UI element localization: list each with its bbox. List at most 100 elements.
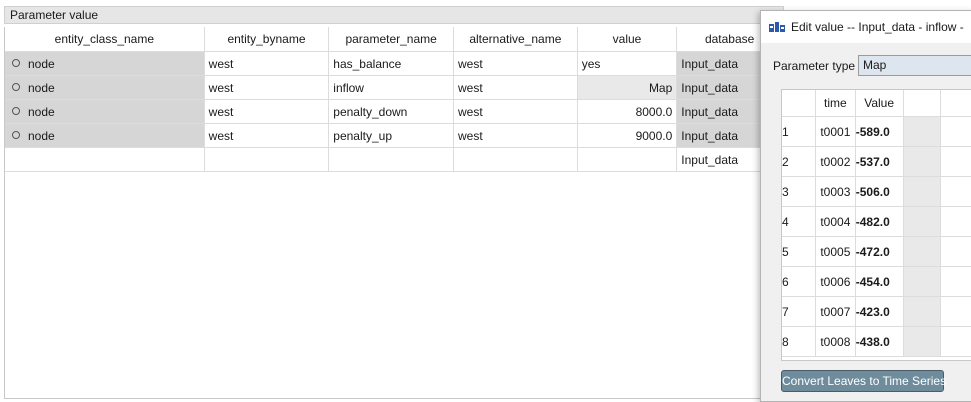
table-row[interactable]: node west penalty_down west 8000.0 Input… [5,99,783,124]
col-header-entity-byname[interactable]: entity_byname [204,27,330,52]
entity-class-icon [12,58,20,67]
map-row[interactable]: 8 t0008 -438.0 [782,326,971,357]
map-cell-value[interactable]: -482.0 [855,206,904,237]
map-cell-empty[interactable] [940,326,971,357]
map-col-header-value[interactable]: Value [855,90,904,117]
cell-alternative-name[interactable]: west [453,99,578,124]
map-cell-time[interactable]: t0006 [815,266,856,297]
col-header-parameter-name[interactable]: parameter_name [328,27,454,52]
map-cell-empty[interactable] [903,236,941,267]
table-row[interactable]: node west penalty_up west 9000.0 Input_d… [5,123,783,148]
row-index[interactable]: 6 [782,266,816,297]
cell-entity-byname[interactable] [204,147,330,172]
row-index[interactable]: 1 [782,116,816,147]
cell-alternative-name[interactable]: west [453,51,578,76]
parameter-value-table[interactable]: entity_class_name entity_byname paramete… [4,27,784,399]
map-cell-time[interactable]: t0005 [815,236,856,267]
table-row[interactable]: node west has_balance west yes Input_dat… [5,51,783,76]
cell-parameter-name[interactable] [328,147,454,172]
map-header-row: time Value [782,90,971,117]
map-cell-time[interactable]: t0001 [815,116,856,147]
edit-value-dialog[interactable]: Edit value -- Input_data - inflow - Para… [760,10,971,402]
map-row[interactable]: 3 t0003 -506.0 [782,176,971,207]
map-cell-value[interactable]: -472.0 [855,236,904,267]
cell-entity-byname[interactable]: west [204,99,330,124]
parameter-type-select[interactable]: Map [858,55,971,76]
map-cell-time[interactable]: t0008 [815,326,856,357]
entity-class-icon [12,106,20,115]
map-cell-empty[interactable] [903,176,941,207]
map-cell-empty[interactable] [903,146,941,177]
col-header-entity-class-name[interactable]: entity_class_name [5,27,205,52]
cell-entity-byname[interactable]: west [204,123,330,148]
map-row[interactable]: 6 t0006 -454.0 [782,266,971,297]
cell-entity-class[interactable]: node [5,123,205,148]
map-cell-time[interactable]: t0002 [815,146,856,177]
map-row[interactable]: 4 t0004 -482.0 [782,206,971,237]
new-table-row[interactable]: Input_data [5,147,783,172]
convert-leaves-button[interactable]: Convert Leaves to Time Series [781,370,946,392]
row-index[interactable]: 7 [782,296,816,327]
cell-parameter-name[interactable]: penalty_down [328,99,454,124]
entity-class-icon [12,130,20,139]
col-header-value[interactable]: value [577,27,678,52]
map-cell-time[interactable]: t0007 [815,296,856,327]
cell-entity-class[interactable]: node [5,51,205,76]
cell-parameter-name[interactable]: penalty_up [328,123,454,148]
cell-parameter-name[interactable]: has_balance [328,51,454,76]
cell-alternative-name[interactable]: west [453,75,578,100]
map-cell-empty[interactable] [940,116,971,147]
map-cell-value[interactable]: -454.0 [855,266,904,297]
cell-entity-class[interactable]: node [5,75,205,100]
map-cell-value[interactable]: -423.0 [855,296,904,327]
map-cell-empty[interactable] [903,326,941,357]
map-table[interactable]: time Value 1 t0001 -589.0 2 t0002 -537.0… [781,89,971,361]
cell-alternative-name[interactable] [453,147,578,172]
cell-value[interactable]: 8000.0 [577,99,678,124]
cell-alternative-name[interactable]: west [453,123,578,148]
map-cell-time[interactable]: t0004 [815,206,856,237]
map-col-header-empty[interactable] [903,90,941,117]
map-cell-empty[interactable] [940,146,971,177]
map-row[interactable]: 7 t0007 -423.0 [782,296,971,327]
cell-entity-class[interactable]: node [5,99,205,124]
map-cell-value[interactable]: -589.0 [855,116,904,147]
cell-value[interactable] [577,147,678,172]
parameter-type-label: Parameter type [773,59,856,73]
row-index[interactable]: 8 [782,326,816,357]
cell-entity-byname[interactable]: west [204,51,330,76]
cell-value[interactable]: 9000.0 [577,123,678,148]
map-cell-value[interactable]: -438.0 [855,326,904,357]
map-cell-empty[interactable] [940,236,971,267]
cell-value[interactable]: Map [577,75,678,100]
row-index[interactable]: 2 [782,146,816,177]
map-cell-empty[interactable] [903,266,941,297]
map-cell-empty[interactable] [940,266,971,297]
map-cell-empty[interactable] [940,206,971,237]
row-index[interactable]: 3 [782,176,816,207]
map-cell-value[interactable]: -506.0 [855,176,904,207]
map-row[interactable]: 5 t0005 -472.0 [782,236,971,267]
cell-entity-byname[interactable]: west [204,75,330,100]
row-index[interactable]: 5 [782,236,816,267]
cell-parameter-name[interactable]: inflow [328,75,454,100]
dock-title: Parameter value [4,6,784,24]
map-row[interactable]: 1 t0001 -589.0 [782,116,971,147]
map-cell-empty[interactable] [940,296,971,327]
map-row[interactable]: 2 t0002 -537.0 [782,146,971,177]
map-col-header-empty[interactable] [940,90,971,117]
map-col-header-time[interactable]: time [815,90,856,117]
map-cell-empty[interactable] [903,296,941,327]
map-cell-empty[interactable] [903,116,941,147]
map-cell-value[interactable]: -537.0 [855,146,904,177]
map-cell-empty[interactable] [940,176,971,207]
row-index[interactable]: 4 [782,206,816,237]
table-header-row: entity_class_name entity_byname paramete… [5,27,783,52]
cell-value[interactable]: yes [577,51,678,76]
col-header-alternative-name[interactable]: alternative_name [453,27,578,52]
dialog-title-bar[interactable]: Edit value -- Input_data - inflow - [761,11,971,43]
table-row[interactable]: node west inflow west Map Input_data [5,75,783,100]
cell-entity-class[interactable] [5,147,205,172]
map-cell-empty[interactable] [903,206,941,237]
map-cell-time[interactable]: t0003 [815,176,856,207]
